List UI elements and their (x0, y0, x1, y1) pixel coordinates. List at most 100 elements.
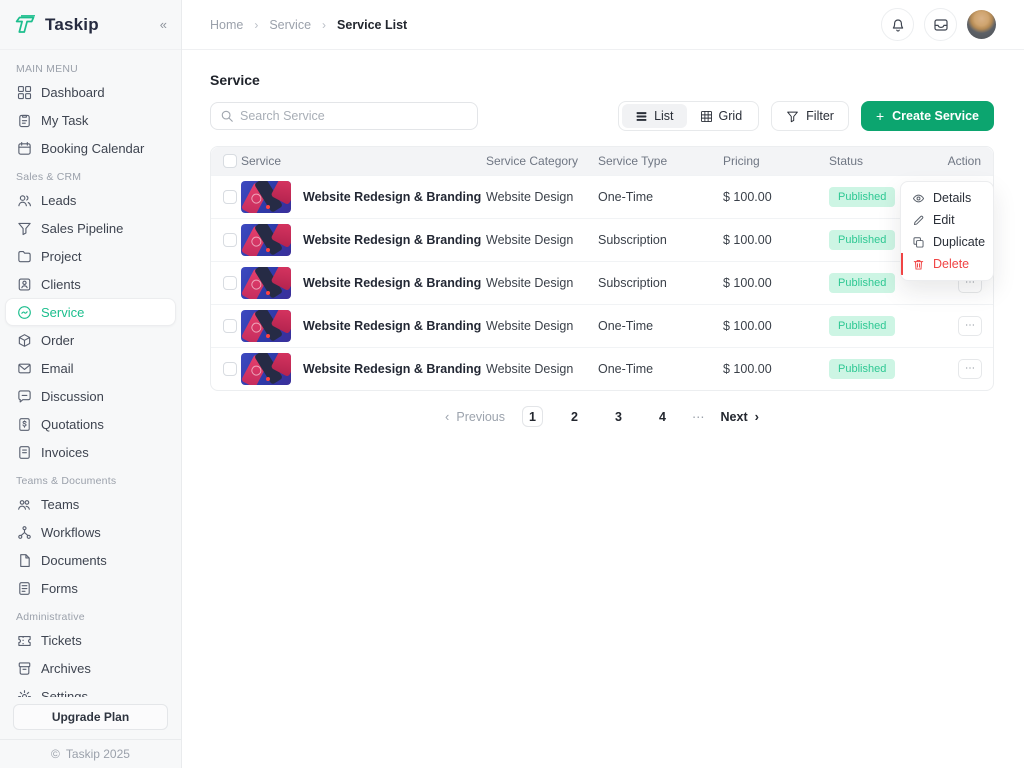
sidebar-item-sales-pipeline[interactable]: Sales Pipeline (5, 214, 176, 242)
sidebar-item-settings[interactable]: Settings (5, 682, 176, 697)
select-all-checkbox[interactable] (223, 154, 237, 168)
search-box (210, 102, 478, 130)
row-actions-button[interactable]: ⋯ (958, 316, 982, 336)
sidebar-item-my-task[interactable]: My Task (5, 106, 176, 134)
sidebar-item-tickets[interactable]: Tickets (5, 626, 176, 654)
view-list-label: List (654, 109, 673, 123)
sidebar-item-label: Leads (41, 193, 76, 208)
table-row: Website Redesign & Branding Website Desi… (211, 304, 993, 347)
table-row: Website Redesign & Branding Website Desi… (211, 347, 993, 390)
page-title: Service (210, 72, 994, 88)
controls-row: List Grid Filter + Create Service (210, 101, 994, 131)
filter-icon (786, 110, 799, 123)
sidebar-item-label: Quotations (41, 417, 104, 432)
pagination-page-2[interactable]: 2 (564, 406, 585, 427)
pagination-page-3[interactable]: 3 (608, 406, 629, 427)
menu-item-delete[interactable]: Delete (901, 253, 993, 275)
workflow-icon (17, 525, 32, 540)
row-checkbox[interactable] (223, 362, 237, 376)
service-category: Website Design (486, 190, 598, 204)
action-cell: ⋯ (929, 316, 993, 336)
column-header-type[interactable]: Service Type (598, 154, 723, 168)
sidebar-item-documents[interactable]: Documents (5, 546, 176, 574)
sidebar-nav: MAIN MENU Dashboard My Task Booking Cale… (0, 50, 181, 697)
sidebar-collapse-button[interactable]: « (160, 17, 167, 32)
row-actions-button[interactable]: ⋯ (958, 359, 982, 379)
view-grid-label: Grid (719, 109, 743, 123)
sidebar-item-archives[interactable]: Archives (5, 654, 176, 682)
sidebar-item-email[interactable]: Email (5, 354, 176, 382)
menu-item-duplicate[interactable]: Duplicate (901, 231, 993, 253)
menu-item-label: Duplicate (933, 235, 985, 249)
service-pricing: $ 100.00 (723, 190, 829, 204)
sidebar-item-project[interactable]: Project (5, 242, 176, 270)
upgrade-plan-button[interactable]: Upgrade Plan (13, 704, 168, 730)
service-pricing: $ 100.00 (723, 319, 829, 333)
sidebar-item-clients[interactable]: Clients (5, 270, 176, 298)
service-type: One-Time (598, 319, 723, 333)
chevron-right-icon: › (254, 18, 258, 32)
pagination-next[interactable]: Next › (721, 409, 759, 424)
filter-label: Filter (806, 109, 834, 123)
chevron-left-icon: ‹ (445, 409, 449, 424)
sidebar-item-order[interactable]: Order (5, 326, 176, 354)
menu-item-details[interactable]: Details (901, 187, 993, 209)
inbox-button[interactable] (924, 8, 957, 41)
column-header-pricing[interactable]: Pricing (723, 154, 829, 168)
copyright-icon: © (51, 747, 60, 761)
invoice-icon (17, 445, 32, 460)
create-service-button[interactable]: + Create Service (861, 101, 994, 131)
sidebar-item-teams[interactable]: Teams (5, 490, 176, 518)
pagination-previous[interactable]: ‹ Previous (445, 409, 505, 424)
folder-icon (17, 249, 32, 264)
create-service-label: Create Service (892, 109, 979, 123)
breadcrumb-home[interactable]: Home (210, 18, 243, 32)
breadcrumb: Home › Service › Service List (210, 18, 407, 32)
menu-item-edit[interactable]: Edit (901, 209, 993, 231)
view-list-button[interactable]: List (622, 104, 686, 128)
column-header-category[interactable]: Service Category (486, 154, 598, 168)
status-cell: Published (829, 316, 929, 336)
breadcrumb-service[interactable]: Service (269, 18, 311, 32)
row-checkbox[interactable] (223, 190, 237, 204)
sidebar-item-label: Service (41, 305, 84, 320)
search-input[interactable] (240, 109, 468, 123)
sidebar-item-service[interactable]: Service (5, 298, 176, 326)
service-category: Website Design (486, 362, 598, 376)
pagination-page-1[interactable]: 1 (522, 406, 543, 427)
pagination-page-4[interactable]: 4 (652, 406, 673, 427)
service-category: Website Design (486, 319, 598, 333)
sidebar-item-leads[interactable]: Leads (5, 186, 176, 214)
view-grid-button[interactable]: Grid (687, 104, 756, 128)
plus-icon: + (876, 108, 884, 124)
status-badge: Published (829, 187, 895, 207)
row-checkbox[interactable] (223, 319, 237, 333)
service-name: Website Redesign & Branding (303, 362, 486, 376)
service-type: Subscription (598, 276, 723, 290)
user-avatar[interactable] (967, 10, 996, 39)
column-header-service[interactable]: Service (241, 154, 486, 168)
sidebar-item-workflows[interactable]: Workflows (5, 518, 176, 546)
sidebar-item-invoices[interactable]: Invoices (5, 438, 176, 466)
status-badge: Published (829, 359, 895, 379)
row-checkbox[interactable] (223, 233, 237, 247)
sidebar-item-booking-calendar[interactable]: Booking Calendar (5, 134, 176, 162)
sidebar-item-label: Documents (41, 553, 107, 568)
notifications-button[interactable] (881, 8, 914, 41)
sidebar-item-dashboard[interactable]: Dashboard (5, 78, 176, 106)
pagination-ellipsis[interactable]: ⋯ (692, 409, 706, 424)
service-type: Subscription (598, 233, 723, 247)
filter-button[interactable]: Filter (771, 101, 849, 131)
sidebar-section-label: MAIN MENU (0, 54, 181, 78)
sidebar-item-quotations[interactable]: Quotations (5, 410, 176, 438)
sidebar-item-forms[interactable]: Forms (5, 574, 176, 602)
funnel-icon (17, 221, 32, 236)
sidebar-item-label: Discussion (41, 389, 104, 404)
column-header-status[interactable]: Status (829, 154, 929, 168)
sidebar-item-discussion[interactable]: Discussion (5, 382, 176, 410)
footer-text: Taskip 2025 (66, 747, 130, 761)
sidebar-item-label: My Task (41, 113, 88, 128)
row-checkbox[interactable] (223, 276, 237, 290)
status-badge: Published (829, 273, 895, 293)
quotation-icon (17, 417, 32, 432)
